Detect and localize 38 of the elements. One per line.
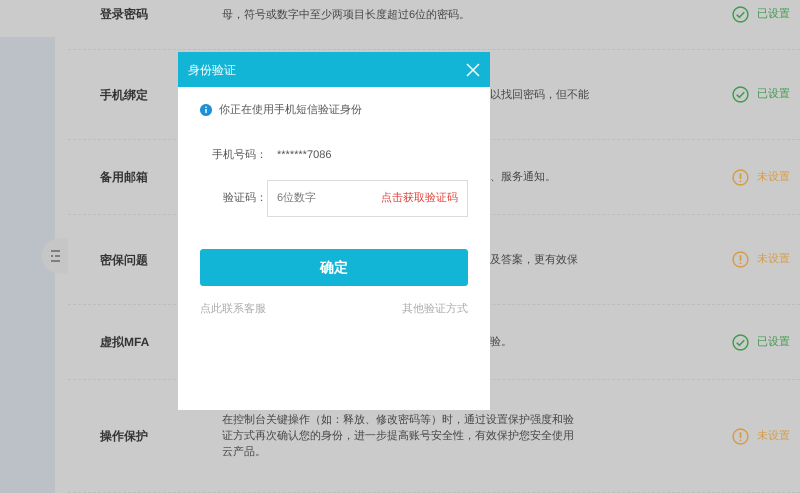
warning-circle-icon [732,428,749,444]
close-icon [466,62,480,76]
status-label: 未设置 [757,252,790,268]
info-icon [200,104,212,116]
setting-title: 手机绑定 [99,86,149,104]
status-label: 已设置 [757,7,790,22]
setting-title: 密保问题 [99,252,149,268]
status-label: 已设置 [757,87,790,102]
phone-value: *******7086 [277,148,332,162]
check-circle-icon [732,86,749,103]
status-label: 已设置 [757,334,790,350]
setting-description: 以找回密码，但不能 [490,88,589,102]
phone-label: 手机号码： [211,148,267,162]
code-label: 验证码： [222,191,267,206]
close-button[interactable] [466,62,480,76]
setting-description: 母，符号或数字中至少两项目长度超过6位的密码。 [222,8,472,23]
check-circle-icon [732,334,749,350]
contact-support-link[interactable]: 点此联系客服 [200,301,266,318]
setting-title: 虚拟MFA [99,334,150,351]
warning-circle-icon [732,168,749,186]
dialog-title: 身份验证 [188,62,236,78]
other-verification-link[interactable]: 其他验证方式 [402,301,468,318]
setting-description: 在控制台关键操作（如：释放、修改密码等）时，通过设置保护强度和验证方式再次确认您的身份，进一步提高账号安全性，有效保护您安全使用云产品。 [222,412,575,460]
setting-title: 备用邮箱 [99,169,149,186]
check-circle-icon [732,6,749,23]
setting-description: 及答案，更有效保 [490,252,578,268]
code-input-field[interactable]: 6位数字 点击获取验证码 [267,180,468,217]
confirm-button[interactable]: 确定 [200,249,468,286]
setting-description: 、服务通知。 [490,170,556,185]
notice-text: 你正在使用手机短信验证身份 [219,103,362,118]
setting-description: 验。 [490,335,512,350]
status-label: 未设置 [757,170,790,185]
get-code-link[interactable]: 点击获取验证码 [381,190,458,207]
setting-title: 登录密码 [98,6,149,23]
setting-title: 操作保护 [98,428,149,445]
menu-icon [50,250,60,262]
status-label: 未设置 [757,428,790,444]
warning-circle-icon [732,251,749,268]
